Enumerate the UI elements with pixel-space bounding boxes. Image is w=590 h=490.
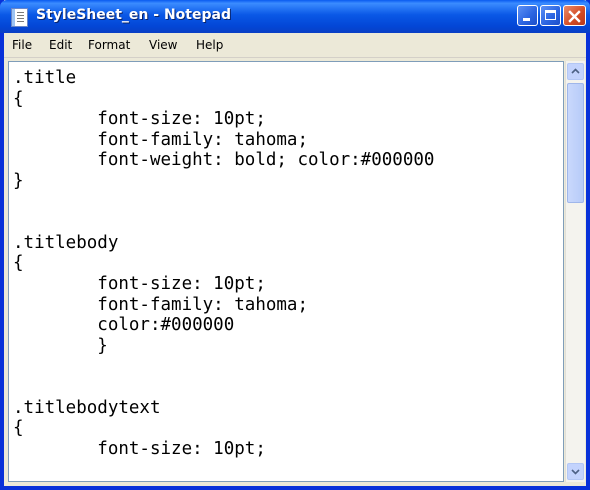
menu-format[interactable]: Format xyxy=(88,38,130,52)
scroll-up-icon xyxy=(571,68,580,74)
menu-bar: File Edit Format View Help xyxy=(4,33,586,58)
menu-edit[interactable]: Edit xyxy=(49,38,72,52)
window-title: StyleSheet_en - Notepad xyxy=(36,7,231,23)
scroll-down-button[interactable] xyxy=(567,463,584,480)
text-editor-area[interactable]: .title { font-size: 10pt; font-family: t… xyxy=(8,61,564,482)
close-icon xyxy=(568,10,581,23)
title-bar[interactable]: StyleSheet_en - Notepad xyxy=(0,0,590,33)
editor-content[interactable]: .title { font-size: 10pt; font-family: t… xyxy=(13,68,434,459)
menu-view[interactable]: View xyxy=(149,38,177,52)
close-button[interactable] xyxy=(563,5,586,26)
minimize-button[interactable] xyxy=(517,5,538,26)
scroll-down-icon xyxy=(571,469,580,475)
scrollbar-thumb[interactable] xyxy=(567,83,584,203)
maximize-button[interactable] xyxy=(540,5,561,26)
notepad-window: StyleSheet_en - Notepad File Edit Format… xyxy=(0,0,590,490)
menu-file[interactable]: File xyxy=(12,38,32,52)
menu-help[interactable]: Help xyxy=(196,38,223,52)
notepad-icon[interactable] xyxy=(11,8,28,27)
vertical-scrollbar[interactable] xyxy=(565,61,585,482)
scroll-up-button[interactable] xyxy=(567,63,584,80)
